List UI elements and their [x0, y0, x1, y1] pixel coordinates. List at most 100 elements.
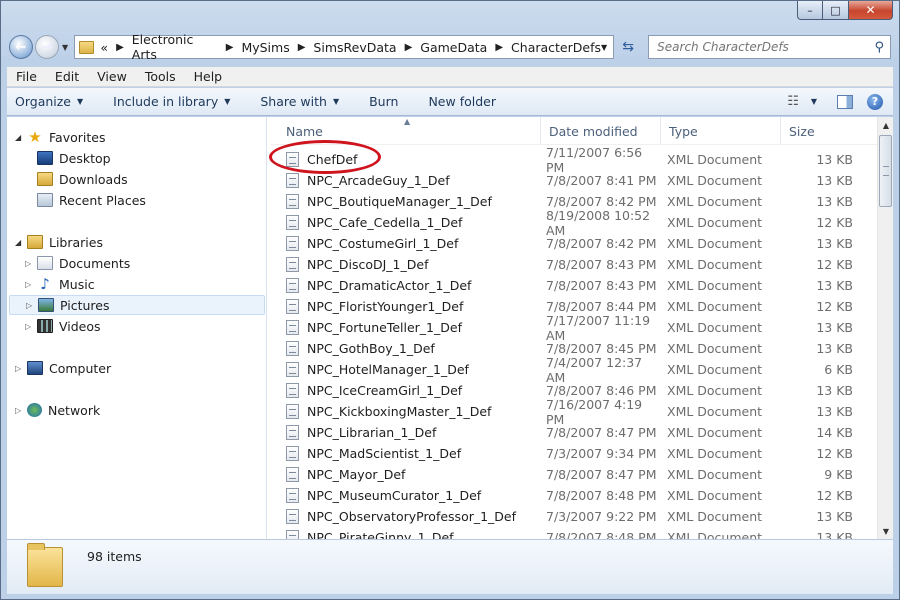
- scroll-thumb[interactable]: [879, 135, 892, 207]
- table-row[interactable]: NPC_ArcadeGuy_1_Def 7/8/2007 8:41 PM XML D…: [271, 170, 877, 191]
- address-bar[interactable]: « ▶ Electronic Arts ▶ MySims ▶ SimsRevDa…: [74, 32, 615, 62]
- chevron-right-icon[interactable]: ▶: [116, 42, 124, 53]
- table-row[interactable]: NPC_PirateGinny_1_Def 7/8/2007 8:48 PM XML…: [271, 527, 877, 539]
- chevron-right-icon[interactable]: ▶: [298, 42, 306, 53]
- table-row[interactable]: NPC_ObservatoryProfessor_1_Def 7/3/2007 9…: [271, 506, 877, 527]
- table-row[interactable]: NPC_DiscoDJ_1_Def 7/8/2007 8:43 PM XML Doc…: [271, 254, 877, 275]
- caption-buttons: – □ ✕: [797, 1, 893, 20]
- nav-music[interactable]: ▷ ♪ Music: [25, 274, 95, 294]
- table-row[interactable]: NPC_FortuneTeller_1_Def 7/17/2007 11:19 A…: [271, 313, 877, 343]
- menu-file[interactable]: File: [7, 69, 46, 84]
- table-row[interactable]: NPC_MadScientist_1_Def 7/3/2007 9:34 PM XM…: [271, 443, 877, 464]
- breadcrumb-item[interactable]: MySims: [241, 40, 289, 55]
- file-name-cell[interactable]: NPC_Cafe_Cedella_1_Def: [271, 215, 541, 230]
- recent-pages-dropdown-icon[interactable]: ▼: [62, 43, 68, 52]
- burn-button[interactable]: Burn: [369, 94, 398, 109]
- table-row[interactable]: ChefDef 7/11/2007 6:56 PM XML Document 13 K…: [271, 145, 877, 175]
- chevron-right-icon[interactable]: ▶: [226, 42, 234, 53]
- table-row[interactable]: NPC_Cafe_Cedella_1_Def 8/19/2008 10:52 AM…: [271, 208, 877, 238]
- nav-network[interactable]: ▷ Network: [15, 400, 100, 420]
- maximize-button[interactable]: □: [823, 1, 849, 20]
- table-row[interactable]: NPC_CostumeGirl_1_Def 7/8/2007 8:42 PM XML…: [271, 233, 877, 254]
- breadcrumb-item[interactable]: Electronic Arts: [132, 32, 218, 62]
- forward-button[interactable]: →: [35, 35, 59, 59]
- organize-button[interactable]: Organize ▼: [15, 94, 83, 109]
- view-options-dropdown-icon[interactable]: ▼: [811, 97, 817, 106]
- view-details-icon[interactable]: ☷: [787, 94, 799, 109]
- file-name-cell[interactable]: NPC_DramaticActor_1_Def: [271, 278, 541, 293]
- column-date-modified[interactable]: Date modified: [541, 117, 661, 145]
- collapsed-arrow-icon[interactable]: ▷: [25, 322, 37, 331]
- file-name-cell[interactable]: NPC_Librarian_1_Def: [271, 425, 541, 440]
- breadcrumb-item[interactable]: SimsRevData: [313, 40, 396, 55]
- close-button[interactable]: ✕: [849, 1, 893, 20]
- file-name-cell[interactable]: NPC_HotelManager_1_Def: [271, 362, 541, 377]
- nav-libraries[interactable]: ◢ Libraries: [15, 232, 103, 252]
- collapsed-arrow-icon[interactable]: ▷: [26, 301, 38, 310]
- new-folder-button[interactable]: New folder: [428, 94, 496, 109]
- nav-desktop[interactable]: Desktop: [37, 148, 111, 168]
- file-name-cell[interactable]: NPC_BoutiqueManager_1_Def: [271, 194, 541, 209]
- nav-documents[interactable]: ▷ Documents: [25, 253, 130, 273]
- menu-tools[interactable]: Tools: [136, 69, 185, 84]
- file-name-cell[interactable]: ChefDef: [271, 152, 541, 167]
- table-row[interactable]: NPC_Librarian_1_Def 7/8/2007 8:47 PM XML D…: [271, 422, 877, 443]
- table-row[interactable]: NPC_KickboxingMaster_1_Def 7/16/2007 4:19…: [271, 397, 877, 427]
- scroll-down-arrow-icon[interactable]: ▼: [878, 523, 894, 539]
- vertical-scrollbar[interactable]: ▲ ▼: [877, 117, 893, 539]
- address-dropdown-icon[interactable]: ▼: [601, 43, 607, 52]
- file-name-cell[interactable]: NPC_FloristYounger1_Def: [271, 299, 541, 314]
- table-row[interactable]: NPC_MuseumCurator_1_Def 7/8/2007 8:48 PM X…: [271, 485, 877, 506]
- menu-help[interactable]: Help: [185, 69, 232, 84]
- nav-pictures[interactable]: ▷ Pictures: [9, 295, 265, 315]
- file-name-cell[interactable]: NPC_CostumeGirl_1_Def: [271, 236, 541, 251]
- minimize-button[interactable]: –: [797, 1, 823, 20]
- file-name-cell[interactable]: NPC_DiscoDJ_1_Def: [271, 257, 541, 272]
- file-name-cell[interactable]: NPC_FortuneTeller_1_Def: [271, 320, 541, 335]
- file-name-cell[interactable]: NPC_ObservatoryProfessor_1_Def: [271, 509, 541, 524]
- breadcrumb-item[interactable]: CharacterDefs: [511, 40, 601, 55]
- collapsed-arrow-icon[interactable]: ▷: [25, 259, 37, 268]
- collapsed-arrow-icon[interactable]: ▷: [25, 280, 37, 289]
- breadcrumb-item[interactable]: GameData: [420, 40, 487, 55]
- chevron-right-icon[interactable]: ▶: [405, 42, 413, 53]
- nav-recent-places[interactable]: Recent Places: [37, 190, 146, 210]
- preview-pane-icon[interactable]: [837, 94, 853, 109]
- search-box[interactable]: ⚲: [648, 35, 891, 59]
- nav-downloads[interactable]: Downloads: [37, 169, 128, 189]
- collapsed-arrow-icon[interactable]: ▷: [15, 364, 27, 373]
- file-name-cell[interactable]: NPC_MuseumCurator_1_Def: [271, 488, 541, 503]
- table-row[interactable]: NPC_DramaticActor_1_Def 7/8/2007 8:43 PM X…: [271, 275, 877, 296]
- search-icon[interactable]: ⚲: [874, 40, 884, 55]
- share-with-button[interactable]: Share with ▼: [260, 94, 339, 109]
- scroll-up-arrow-icon[interactable]: ▲: [878, 117, 894, 133]
- column-name[interactable]: Name: [271, 117, 541, 145]
- back-arrow-icon: ←: [15, 39, 27, 55]
- column-size[interactable]: Size: [781, 117, 861, 145]
- breadcrumb-overflow[interactable]: «: [100, 40, 108, 55]
- table-row[interactable]: NPC_Mayor_Def 7/8/2007 8:47 PM XML Documen…: [271, 464, 877, 485]
- help-icon[interactable]: ?: [867, 93, 883, 110]
- nav-computer[interactable]: ▷ Computer: [15, 358, 111, 378]
- file-name-cell[interactable]: NPC_Mayor_Def: [271, 467, 541, 482]
- file-name-cell[interactable]: NPC_IceCreamGirl_1_Def: [271, 383, 541, 398]
- file-name-cell[interactable]: NPC_ArcadeGuy_1_Def: [271, 173, 541, 188]
- expanded-arrow-icon[interactable]: ◢: [15, 133, 27, 142]
- search-input[interactable]: [655, 39, 875, 55]
- back-button[interactable]: ←: [9, 35, 33, 59]
- file-name-cell[interactable]: NPC_PirateGinny_1_Def: [271, 530, 541, 539]
- menu-view[interactable]: View: [88, 69, 136, 84]
- nav-videos[interactable]: ▷ Videos: [25, 316, 101, 336]
- table-row[interactable]: NPC_HotelManager_1_Def 7/4/2007 12:37 AM X…: [271, 355, 877, 385]
- menu-edit[interactable]: Edit: [46, 69, 88, 84]
- file-name-cell[interactable]: NPC_MadScientist_1_Def: [271, 446, 541, 461]
- collapsed-arrow-icon[interactable]: ▷: [15, 406, 27, 415]
- file-name-cell[interactable]: NPC_GothBoy_1_Def: [271, 341, 541, 356]
- refresh-button[interactable]: ⇆: [616, 35, 640, 59]
- expanded-arrow-icon[interactable]: ◢: [15, 238, 27, 247]
- chevron-right-icon[interactable]: ▶: [495, 42, 503, 53]
- column-type[interactable]: Type: [661, 117, 781, 145]
- include-in-library-button[interactable]: Include in library ▼: [113, 94, 230, 109]
- file-name-cell[interactable]: NPC_KickboxingMaster_1_Def: [271, 404, 541, 419]
- nav-favorites[interactable]: ◢ ★ Favorites: [15, 127, 105, 147]
